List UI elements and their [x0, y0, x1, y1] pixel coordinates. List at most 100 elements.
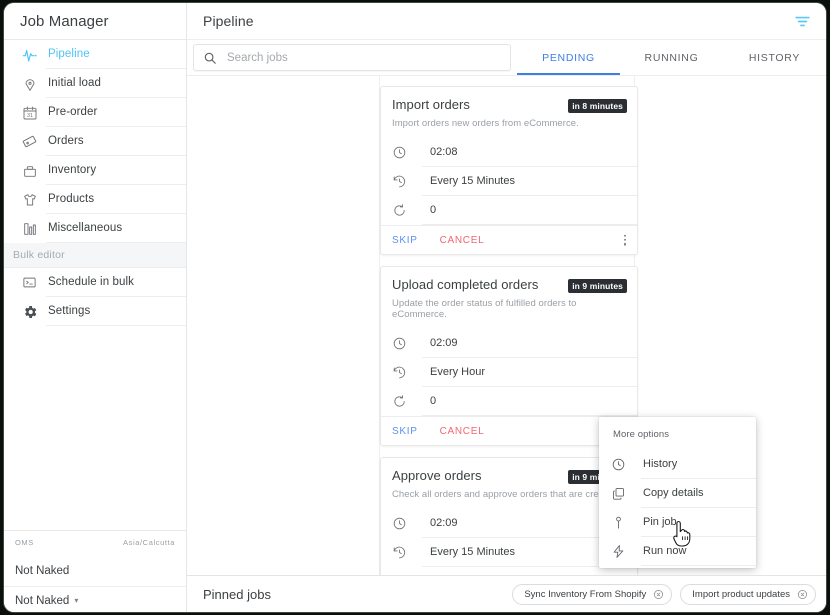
skip-button[interactable]: SKIP — [392, 426, 418, 437]
clock-icon — [611, 457, 641, 472]
status-badge: in 9 minutes — [568, 279, 627, 293]
filter-funnel-icon — [793, 12, 812, 31]
job-list-area: Import orders in 8 minutes Import orders… — [187, 76, 826, 575]
job-detail-row: Every Hour — [381, 358, 637, 387]
sidebar-item-settings[interactable]: Settings — [4, 297, 186, 326]
filter-button[interactable] — [793, 12, 812, 31]
history-icon — [392, 365, 422, 380]
store-name: Not Naked — [15, 594, 70, 607]
pinned-chip-label: Import product updates — [692, 588, 790, 600]
calendar-31-icon: 31 — [13, 105, 46, 121]
menu-item-label: History — [641, 450, 756, 479]
page-title: Pipeline — [203, 13, 254, 29]
pinned-chip-list: Sync Inventory From Shopify Import produ… — [512, 583, 816, 605]
search-box[interactable] — [193, 44, 511, 71]
store-selector[interactable]: Not Naked ▾ — [4, 586, 186, 612]
sidebar-section-bulk-editor: Bulk editor — [4, 243, 186, 268]
more-options-menu: More options History Copy details Pin jo… — [599, 417, 756, 568]
job-card: Import orders in 8 minutes Import orders… — [380, 86, 638, 255]
job-detail-row: 0 — [381, 196, 637, 225]
sidebar: Job Manager Pipeline Initial load 31 Pre… — [4, 3, 187, 612]
job-description: Import orders new orders from eCommerce. — [392, 118, 579, 129]
tab-history[interactable]: HISTORY — [723, 40, 826, 75]
job-title: Upload completed orders — [392, 277, 539, 292]
menu-item-history[interactable]: History — [599, 450, 756, 479]
search-area — [187, 40, 517, 75]
bar-chart-icon — [13, 221, 46, 237]
job-retry-count: 0 — [422, 567, 637, 575]
menu-item-copy-details[interactable]: Copy details — [599, 479, 756, 508]
clock-icon — [392, 516, 422, 531]
menu-title: More options — [613, 429, 670, 440]
lightning-bolt-icon — [611, 544, 641, 559]
refresh-icon — [392, 203, 422, 218]
job-detail-row: Every 15 Minutes — [381, 167, 637, 196]
close-circle-icon[interactable] — [653, 589, 664, 600]
pinned-jobs-title: Pinned jobs — [203, 586, 271, 602]
kebab-menu-icon[interactable] — [621, 232, 629, 249]
menu-item-label: Pin job — [641, 508, 756, 537]
copy-icon — [611, 486, 641, 501]
sidebar-item-label: Miscellaneous — [46, 214, 186, 243]
tab-pending[interactable]: PENDING — [517, 40, 620, 75]
history-icon — [392, 174, 422, 189]
sidebar-item-miscellaneous[interactable]: Miscellaneous — [4, 214, 186, 243]
job-detail-row: 0 — [381, 387, 637, 416]
job-card-actions: SKIP CANCEL — [381, 225, 637, 254]
chevron-down-icon: ▾ — [74, 596, 79, 605]
svg-text:31: 31 — [27, 113, 33, 119]
tshirt-icon — [13, 192, 46, 208]
job-detail-row: 02:08 — [381, 138, 637, 167]
job-detail-row: 0 — [381, 567, 637, 575]
terminal-icon — [13, 275, 46, 290]
menu-item-label: Run now — [641, 537, 756, 566]
menu-item-run-now[interactable]: Run now — [599, 537, 756, 566]
pinned-chip[interactable]: Sync Inventory From Shopify — [512, 583, 673, 605]
sidebar-item-label: Initial load — [46, 69, 186, 98]
job-description: Update the order status of fulfilled ord… — [392, 298, 577, 320]
sidebar-item-label: Inventory — [46, 156, 186, 185]
job-frequency: Every 15 Minutes — [422, 167, 637, 196]
pinned-jobs-bar: Pinned jobs Sync Inventory From Shopify … — [187, 575, 826, 612]
menu-item-label: Copy details — [641, 479, 756, 508]
toolbar: PENDING RUNNING HISTORY — [187, 40, 826, 76]
top-bar: Pipeline — [187, 3, 826, 40]
sidebar-item-label: Orders — [46, 127, 186, 156]
gear-icon — [13, 304, 46, 320]
left-gutter-column — [187, 76, 380, 575]
clock-icon — [392, 145, 422, 160]
clock-icon — [392, 336, 422, 351]
skip-button[interactable]: SKIP — [392, 235, 418, 246]
sidebar-item-inventory[interactable]: Inventory — [4, 156, 186, 185]
timezone-label: Asia/Calcutta — [123, 538, 175, 547]
sidebar-item-orders[interactable]: Orders — [4, 127, 186, 156]
sidebar-item-pipeline[interactable]: Pipeline — [4, 40, 186, 69]
app-window: Job Manager Pipeline Initial load 31 Pre… — [4, 3, 826, 612]
cancel-button[interactable]: CANCEL — [440, 235, 485, 246]
job-retry-count: 0 — [422, 196, 637, 225]
account-name: Not Naked — [15, 565, 70, 577]
sidebar-item-label: Settings — [46, 297, 186, 326]
pinned-chip-label: Sync Inventory From Shopify — [524, 588, 647, 600]
sidebar-nav: Pipeline Initial load 31 Pre-order Order… — [4, 40, 186, 326]
sidebar-footer: OMS Asia/Calcutta Not Naked Not Naked ▾ — [4, 530, 186, 612]
org-label: OMS — [15, 538, 34, 547]
sidebar-item-pre-order[interactable]: 31 Pre-order — [4, 98, 186, 127]
history-icon — [392, 545, 422, 560]
sidebar-item-initial-load[interactable]: Initial load — [4, 69, 186, 98]
status-badge: in 8 minutes — [568, 99, 627, 113]
activity-pulse-icon — [13, 47, 46, 63]
tab-running[interactable]: RUNNING — [620, 40, 723, 75]
map-pin-icon — [13, 76, 46, 92]
menu-item-pin-job[interactable]: Pin job — [599, 508, 756, 537]
job-next-run-time: 02:08 — [422, 138, 637, 167]
sidebar-item-products[interactable]: Products — [4, 185, 186, 214]
sidebar-item-label: Pipeline — [46, 40, 186, 69]
close-circle-icon[interactable] — [797, 589, 808, 600]
ticket-tag-icon — [13, 133, 46, 150]
job-title: Approve orders — [392, 468, 482, 483]
cancel-button[interactable]: CANCEL — [440, 426, 485, 437]
pinned-chip[interactable]: Import product updates — [680, 583, 816, 605]
sidebar-item-schedule-in-bulk[interactable]: Schedule in bulk — [4, 268, 186, 297]
search-input[interactable] — [217, 51, 510, 64]
